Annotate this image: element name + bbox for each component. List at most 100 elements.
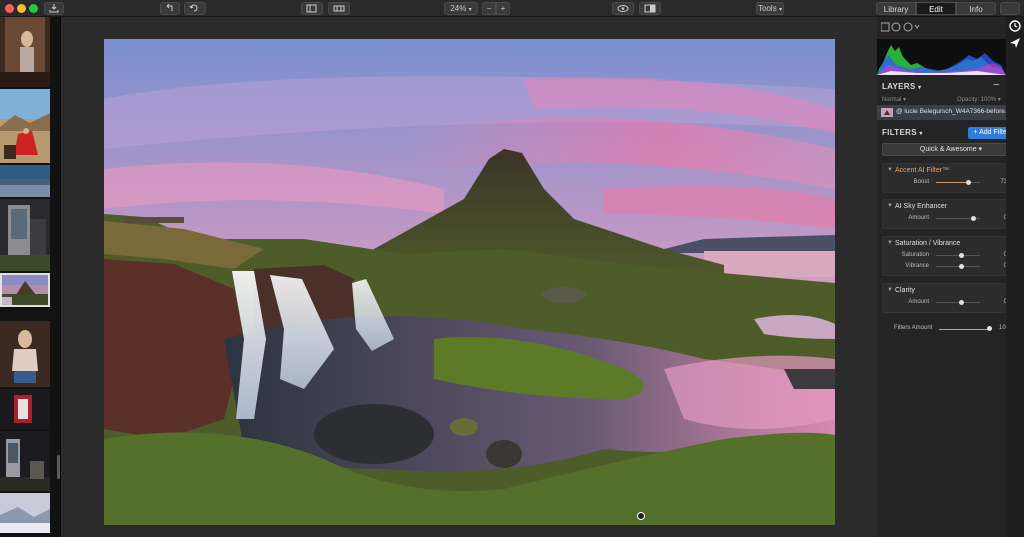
filmstrip bbox=[0, 17, 61, 537]
param-label: Amount bbox=[908, 215, 929, 221]
param-label: Boost bbox=[913, 179, 929, 185]
photo-canvas[interactable] bbox=[61, 17, 877, 537]
zoom-in-button[interactable]: + bbox=[496, 2, 510, 15]
edit-panel: LAYERS ▾ − + Normal ▾ Opacity: 100% ▾ @ … bbox=[877, 17, 1020, 537]
preset-dropdown[interactable]: Quick & Awesome ▾ bbox=[882, 143, 1020, 156]
clock-icon[interactable] bbox=[1009, 20, 1021, 32]
histogram-toggles[interactable] bbox=[881, 22, 921, 32]
sky-amount-slider[interactable]: Amount 0 bbox=[883, 213, 1019, 224]
slider-knob[interactable] bbox=[959, 300, 964, 305]
slider-track[interactable] bbox=[939, 329, 989, 330]
layer-name: @ lucie Belegursch_W4A7366-before... bbox=[896, 108, 1011, 115]
collapse-icon[interactable]: ▼ bbox=[887, 237, 893, 250]
layer-row[interactable]: @ lucie Belegursch_W4A7366-before... bbox=[877, 105, 1010, 120]
zoom-dropdown[interactable]: 24% ▾ bbox=[444, 2, 478, 15]
cursor-indicator bbox=[637, 512, 645, 520]
layer-thumbnail bbox=[881, 108, 893, 117]
histogram bbox=[877, 39, 1006, 75]
close-icon[interactable] bbox=[5, 4, 14, 13]
filters-title: FILTERS bbox=[882, 128, 917, 137]
thumbnail-7[interactable] bbox=[0, 389, 50, 429]
layers-header[interactable]: LAYERS ▾ bbox=[877, 79, 1006, 95]
filters-amount-slider[interactable]: Filters Amount 100 bbox=[882, 322, 1020, 334]
param-value: 0 bbox=[993, 252, 1007, 258]
preset-label: Quick & Awesome bbox=[919, 146, 977, 153]
preview-button[interactable] bbox=[612, 2, 634, 15]
zoom-out-button[interactable]: − bbox=[482, 2, 496, 15]
undo-icon bbox=[166, 3, 173, 11]
thumbnail-5-selected[interactable] bbox=[0, 273, 50, 307]
filter-clarity[interactable]: ▼Clarity Amount 0 bbox=[882, 283, 1020, 313]
layers-title: LAYERS bbox=[882, 82, 916, 91]
thumbnail-1[interactable] bbox=[0, 17, 50, 87]
thumbnail-8[interactable] bbox=[0, 431, 50, 491]
thumbnail-6[interactable] bbox=[0, 321, 50, 387]
slider-track[interactable] bbox=[936, 266, 980, 267]
filters-amount-label: Filters Amount bbox=[894, 325, 933, 331]
slider-knob[interactable] bbox=[959, 264, 964, 269]
tools-menu[interactable]: Tools ▾ bbox=[756, 2, 784, 15]
param-value: 0 bbox=[993, 299, 1007, 305]
vibrance-slider[interactable]: Vibrance 0 bbox=[883, 261, 1019, 272]
tab-edit[interactable]: Edit bbox=[916, 2, 956, 15]
slider-track[interactable] bbox=[936, 302, 980, 303]
filter-title: Clarity bbox=[895, 287, 915, 294]
boost-slider[interactable]: Boost 73 bbox=[883, 177, 1019, 188]
slider-fill bbox=[936, 182, 968, 183]
slider-knob[interactable] bbox=[987, 326, 992, 331]
opacity-control[interactable]: Opacity: 100% ▾ bbox=[957, 96, 1001, 103]
tab-library[interactable]: Library bbox=[876, 2, 916, 15]
tools-label: Tools bbox=[758, 4, 777, 13]
filmstrip-button[interactable] bbox=[328, 2, 350, 15]
saturation-slider[interactable]: Saturation 0 bbox=[883, 250, 1019, 261]
param-label: Saturation bbox=[901, 252, 929, 258]
main-photo[interactable] bbox=[104, 39, 835, 525]
minimize-icon[interactable] bbox=[17, 4, 26, 13]
thumbnail-4[interactable] bbox=[0, 199, 50, 271]
rotate-icon bbox=[189, 4, 198, 12]
filter-saturation-vibrance[interactable]: ▼Saturation / Vibrance Saturation 0 Vibr… bbox=[882, 236, 1020, 276]
import-icon bbox=[49, 4, 59, 13]
param-label: Vibrance bbox=[905, 263, 929, 269]
maximize-icon[interactable] bbox=[29, 4, 38, 13]
filter-accent-ai[interactable]: ▼ Accent AI Filter™ Boost 73 bbox=[882, 163, 1020, 193]
slider-knob[interactable] bbox=[966, 180, 971, 185]
rotate-button[interactable] bbox=[184, 2, 206, 15]
slider-knob[interactable] bbox=[959, 253, 964, 258]
undo-button[interactable] bbox=[160, 2, 180, 15]
layer-minus-button[interactable]: − bbox=[993, 79, 999, 91]
extra-toolbar-button[interactable] bbox=[1000, 2, 1020, 15]
param-value: 0 bbox=[993, 263, 1007, 269]
clarity-amount-slider[interactable]: Amount 0 bbox=[883, 297, 1019, 308]
collapse-icon[interactable]: ▼ bbox=[887, 200, 893, 213]
compare-icon bbox=[644, 4, 656, 13]
collapse-icon[interactable]: ▼ bbox=[887, 284, 893, 297]
eye-icon bbox=[617, 5, 629, 12]
filmstrip-scrollbar[interactable] bbox=[57, 455, 60, 479]
side-tool-strip bbox=[1006, 17, 1024, 537]
panels-button[interactable] bbox=[301, 2, 323, 15]
import-button[interactable] bbox=[44, 2, 64, 15]
thumbnail-9[interactable] bbox=[0, 493, 50, 533]
top-toolbar: 24% ▾ − + Tools ▾ Library Edit Info bbox=[0, 0, 1024, 17]
param-label: Amount bbox=[908, 299, 929, 305]
slider-knob[interactable] bbox=[971, 216, 976, 221]
param-value: 73 bbox=[1000, 179, 1007, 185]
opacity-label: Opacity: 100% bbox=[957, 97, 997, 103]
filmstrip-icon bbox=[333, 5, 345, 12]
blend-mode-label: Normal bbox=[882, 97, 902, 103]
param-value: 0 bbox=[993, 215, 1007, 221]
collapse-icon[interactable]: ▼ bbox=[887, 164, 893, 177]
thumbnail-2[interactable] bbox=[0, 89, 50, 163]
share-icon[interactable] bbox=[1009, 37, 1021, 49]
slider-track[interactable] bbox=[936, 255, 980, 256]
compare-button[interactable] bbox=[639, 2, 661, 15]
filter-title: AI Sky Enhancer bbox=[895, 203, 948, 210]
app-window: 24% ▾ − + Tools ▾ Library Edit Info LAYE… bbox=[0, 0, 1024, 537]
blend-mode-select[interactable]: Normal ▾ bbox=[882, 96, 906, 103]
filter-title: Saturation / Vibrance bbox=[895, 240, 961, 247]
zoom-label: 24% bbox=[450, 4, 467, 13]
filter-ai-sky-enhancer[interactable]: ▼AI Sky Enhancer Amount 0 bbox=[882, 199, 1020, 229]
thumbnail-3[interactable] bbox=[0, 165, 50, 197]
tab-info[interactable]: Info bbox=[956, 2, 996, 15]
